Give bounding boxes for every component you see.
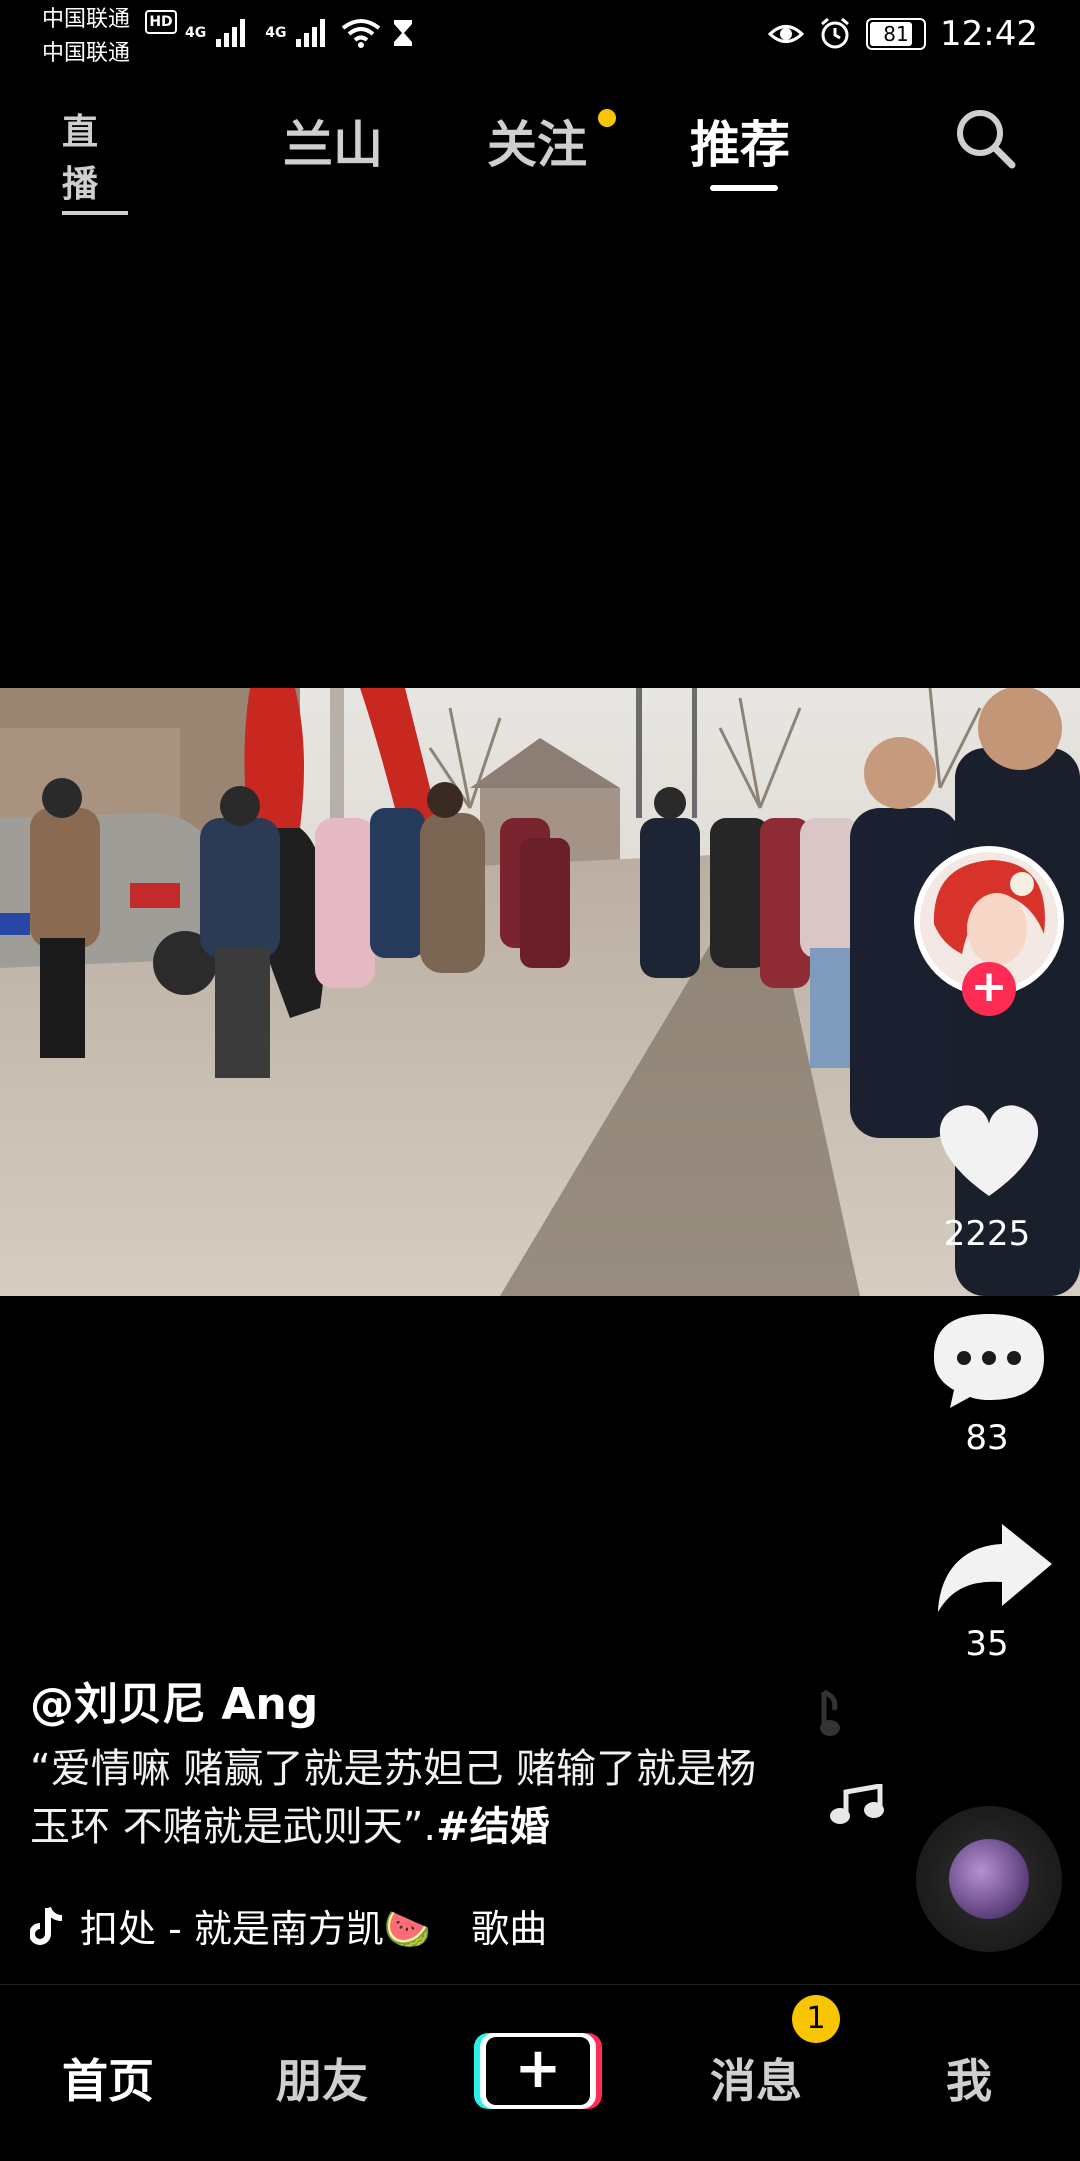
top-nav: 直播 兰山 关注 推荐 xyxy=(0,95,1080,215)
music-note-icon xyxy=(820,1689,840,1736)
net-label-2: 4G xyxy=(265,25,287,41)
music-suffix: 歌曲 xyxy=(471,1907,548,1951)
post-description: “爱情嘛 赌赢了就是苏妲己 赌输了就是杨玉环 不赌就是武则天”.#结婚 xyxy=(30,1740,770,1856)
status-bar: 中国联通 中国联通 HD 4G 4G 81 12:42 xyxy=(0,0,1080,70)
create-button[interactable]: + xyxy=(474,2033,602,2109)
live-button[interactable]: 直播 xyxy=(62,103,128,215)
share-icon xyxy=(938,1524,1052,1612)
heart-icon xyxy=(939,1105,1039,1196)
author-avatar[interactable]: + xyxy=(912,844,1066,1016)
tab-following[interactable]: 关注 xyxy=(487,105,587,177)
follow-button[interactable]: + xyxy=(962,962,1016,1016)
signal-2-icon xyxy=(296,19,326,47)
music-disc[interactable] xyxy=(916,1806,1062,1952)
status-right: 81 12:42 xyxy=(768,14,1038,54)
tab-indicator xyxy=(710,185,778,191)
comment-icon xyxy=(934,1314,1044,1408)
tiktok-note-icon xyxy=(30,1906,63,1945)
hashtag-link[interactable]: #结婚 xyxy=(436,1804,550,1850)
wifi-icon xyxy=(342,19,381,48)
plus-icon: + xyxy=(486,2037,590,2105)
disc-cover-image xyxy=(949,1839,1029,1919)
net-label-1: 4G xyxy=(185,25,207,41)
bottom-nav: 首页 朋友 + 消息 1 我 xyxy=(0,1984,1080,2161)
search-icon[interactable] xyxy=(952,105,1018,171)
signal-icons: 4G 4G xyxy=(185,18,415,48)
share-button[interactable]: 35 xyxy=(912,1520,1066,1664)
alarm-icon xyxy=(821,17,849,49)
share-count: 35 xyxy=(965,1624,1009,1664)
music-title: 扣处 - 就是南方凯🍉 xyxy=(80,1907,432,1951)
tab-recommend[interactable]: 推荐 xyxy=(690,105,790,177)
battery-icon: 81 xyxy=(866,18,927,50)
nav-me[interactable]: 我 xyxy=(946,2045,992,2111)
live-label: 直播 xyxy=(62,103,128,215)
like-button[interactable]: 2225 xyxy=(912,1092,1066,1254)
carrier-1: 中国联通 xyxy=(42,7,131,32)
signal-1-icon xyxy=(216,19,246,47)
messages-badge: 1 xyxy=(792,1995,840,2043)
eye-icon xyxy=(768,25,805,43)
description-text: “爱情嘛 赌赢了就是苏妲己 赌输了就是杨玉环 不赌就是武则天”. xyxy=(30,1746,757,1850)
music-notes-icon xyxy=(830,1784,884,1824)
hourglass-icon xyxy=(394,20,413,46)
comment-button[interactable]: 83 xyxy=(912,1302,1066,1458)
nav-home[interactable]: 首页 xyxy=(62,2045,154,2111)
battery-level: 81 xyxy=(883,22,909,46)
author-name[interactable]: @刘贝尼 Ang xyxy=(30,1668,318,1732)
nav-messages[interactable]: 消息 xyxy=(710,2045,802,2111)
carrier-2: 中国联通 xyxy=(42,41,131,66)
tab-lanshan[interactable]: 兰山 xyxy=(283,105,383,177)
following-dot xyxy=(598,109,616,127)
hd-icon: HD xyxy=(145,10,177,34)
like-count: 2225 xyxy=(943,1214,1031,1254)
music-info[interactable]: 扣处 - 就是南方凯🍉 歌曲 xyxy=(30,1898,547,1953)
comment-count: 83 xyxy=(965,1418,1009,1458)
clock: 12:42 xyxy=(940,14,1038,54)
nav-friends[interactable]: 朋友 xyxy=(276,2045,368,2111)
